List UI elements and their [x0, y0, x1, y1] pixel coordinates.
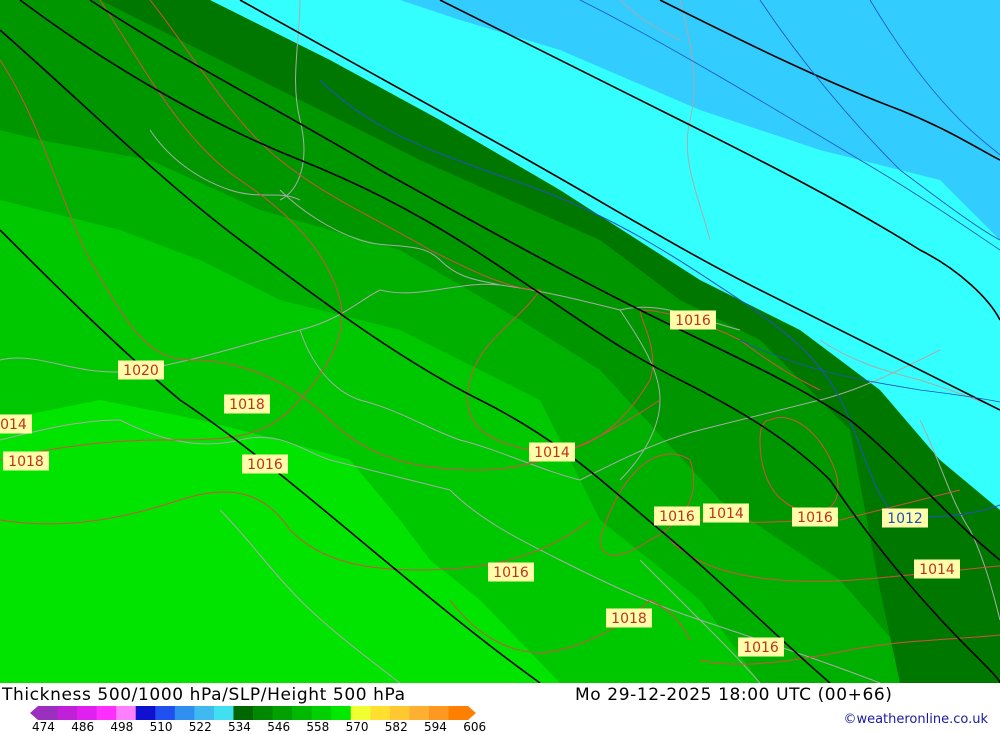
pressure-label: 1016	[670, 310, 716, 330]
pressure-label: 1016	[654, 506, 700, 526]
pressure-label-text: 1014	[534, 445, 570, 461]
pressure-label-text: 1016	[247, 457, 283, 473]
pressure-label-text: 1018	[229, 397, 265, 413]
pressure-label-text: 1016	[743, 640, 779, 656]
colorbar-swatch	[213, 706, 234, 720]
pressure-label-text: 1014	[0, 417, 27, 433]
pressure-label-text: 1016	[659, 509, 695, 525]
colorbar-tick-label: 510	[149, 720, 173, 734]
pressure-label-text: 1020	[123, 363, 159, 379]
colorbar-swatch	[331, 706, 352, 720]
credit-link[interactable]: ©weatheronline.co.uk	[843, 712, 988, 727]
pressure-label: 1018	[224, 394, 270, 414]
colorbar-tick-label: 594	[424, 720, 447, 734]
colorbar-swatch	[350, 706, 371, 720]
pressure-label: 1020	[118, 360, 164, 380]
weather-map: 1014 1020 1018 1018 1016 1014 1016 1014 1016 1012…	[0, 0, 1000, 683]
pressure-label: 1016	[792, 507, 838, 527]
colorbar-tick-label: 558	[306, 720, 330, 734]
pressure-label-text: 1018	[8, 454, 44, 470]
pressure-label: 1016	[738, 637, 784, 657]
colorbar-swatch	[311, 706, 332, 720]
colorbar-swatch	[233, 706, 254, 720]
colorbar-swatch	[57, 706, 78, 720]
pressure-label: 1012	[882, 508, 928, 528]
pressure-label: 1018	[606, 608, 652, 628]
colorbar-left-arrow	[30, 706, 38, 720]
pressure-label-text: 1018	[611, 611, 647, 627]
pressure-label-text: 1016	[493, 565, 529, 581]
colorbar-swatch	[155, 706, 176, 720]
colorbar-tick-label: 534	[228, 720, 251, 734]
pressure-label: 1014	[703, 503, 749, 523]
colorbar-swatch	[116, 706, 137, 720]
colorbar-swatch	[38, 706, 59, 720]
colorbar-tick-label: 582	[384, 720, 408, 734]
colorbar-swatch	[272, 706, 293, 720]
colorbar-tick-label: 486	[71, 720, 95, 734]
thickness-colorbar	[30, 706, 476, 720]
colorbar-tick-label: 522	[188, 720, 212, 734]
colorbar-swatch	[174, 706, 195, 720]
pressure-label-text: 1014	[919, 562, 955, 578]
pressure-label: 1014	[0, 414, 32, 434]
colorbar-swatch	[194, 706, 215, 720]
colorbar-swatch	[253, 706, 274, 720]
colorbar-swatch	[370, 706, 391, 720]
pressure-label: 1018	[3, 451, 49, 471]
pressure-label-text: 1016	[675, 313, 711, 329]
colorbar-swatch	[292, 706, 313, 720]
colorbar-swatch	[96, 706, 117, 720]
pressure-label: 1016	[242, 454, 288, 474]
colorbar-right-arrow	[468, 706, 476, 720]
pressure-label: 1014	[529, 442, 575, 462]
pressure-label: 1016	[488, 562, 534, 582]
pressure-label-text: 1016	[797, 510, 833, 526]
map-footer: Thickness 500/1000 hPa/SLP/Height 500 hP…	[0, 683, 1000, 734]
pressure-label-text: 1014	[708, 506, 744, 522]
colorbar-tick-label: 570	[345, 720, 369, 734]
colorbar-tick-label: 606	[463, 720, 487, 734]
colorbar-swatch	[77, 706, 98, 720]
colorbar-tick-label: 498	[110, 720, 134, 734]
colorbar-tick-label: 546	[267, 720, 291, 734]
colorbar-swatch	[389, 706, 410, 720]
chart-title: Thickness 500/1000 hPa/SLP/Height 500 hP…	[2, 685, 406, 705]
colorbar-swatch	[428, 706, 449, 720]
colorbar-tick-label: 474	[32, 720, 55, 734]
colorbar-swatch	[409, 706, 430, 720]
pressure-label-text: 1012	[887, 511, 923, 527]
valid-time: Mo 29-12-2025 18:00 UTC (00+66)	[575, 685, 893, 705]
pressure-label: 1014	[914, 559, 960, 579]
colorbar-swatch	[135, 706, 156, 720]
colorbar-swatch	[448, 706, 469, 720]
